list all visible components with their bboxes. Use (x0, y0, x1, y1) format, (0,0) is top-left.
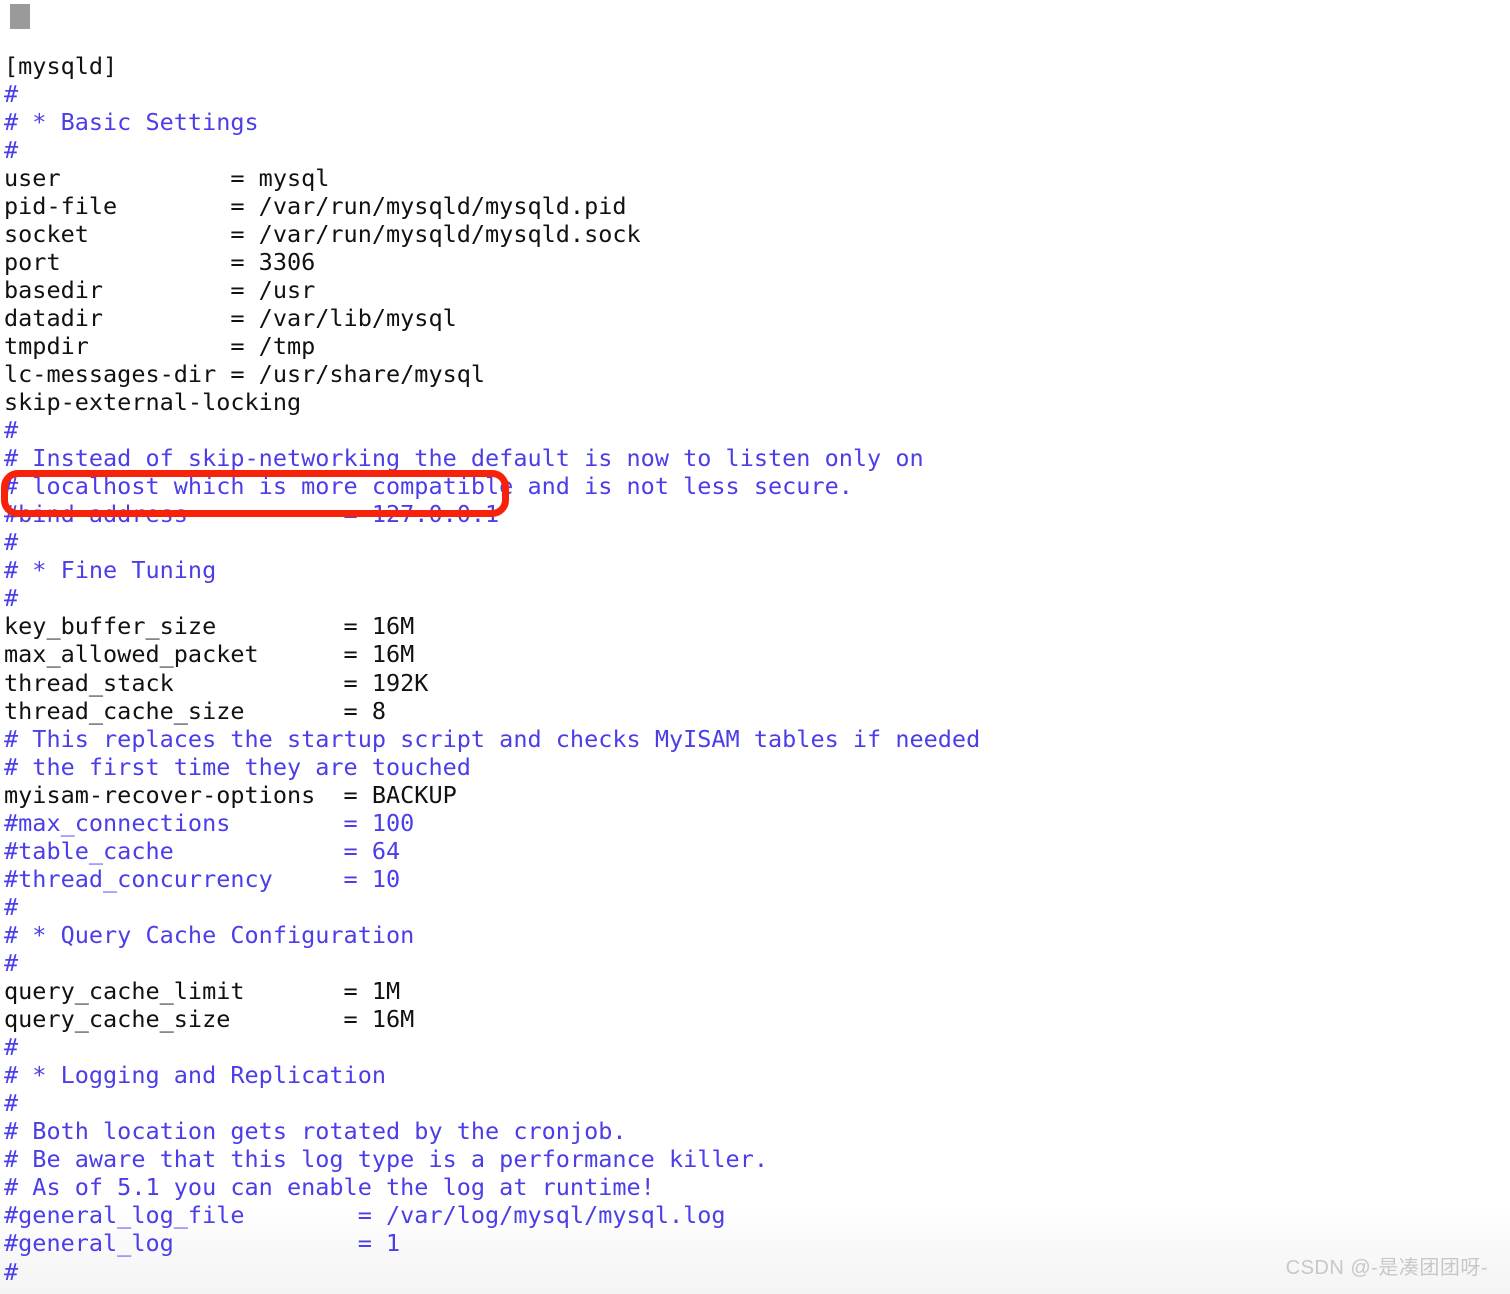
code-line: # * Query Cache Configuration (4, 920, 415, 949)
code-line: # (4, 135, 19, 164)
code-line: # (4, 1033, 19, 1062)
code-line: # Instead of skip-networking the default… (4, 444, 924, 473)
csdn-watermark: CSDN @-是凑团团呀- (1285, 1257, 1488, 1279)
code-line: # * Fine Tuning (4, 556, 217, 585)
code-line: myisam-recover-options = BACKUP (4, 780, 457, 809)
code-line: #general_log_file = /var/log/mysql/mysql… (4, 1201, 726, 1230)
code-line: thread_cache_size = 8 (4, 696, 387, 725)
code-line: key_buffer_size = 16M (4, 612, 415, 641)
code-line: thread_stack = 192K (4, 668, 429, 697)
code-line: # localhost which is more compatible and… (4, 472, 853, 501)
code-line: port = 3306 (4, 247, 316, 276)
code-line: query_cache_limit = 1M (4, 977, 401, 1006)
code-line: # This replaces the startup script and c… (4, 724, 981, 753)
code-line: # (4, 416, 19, 445)
code-line: # As of 5.1 you can enable the log at ru… (4, 1173, 655, 1202)
code-line: # (4, 584, 19, 613)
code-line: # Both location gets rotated by the cron… (4, 1117, 627, 1146)
code-line: skip-external-locking (4, 388, 302, 417)
code-line: # the first time they are touched (4, 752, 471, 781)
code-line: # (4, 528, 19, 557)
code-line: # (4, 892, 19, 921)
code-line: tmpdir = /tmp (4, 331, 316, 360)
code-line: # * Logging and Replication (4, 1061, 387, 1090)
code-line: query_cache_size = 16M (4, 1005, 415, 1034)
code-line: datadir = /var/lib/mysql (4, 303, 457, 332)
code-line: [mysqld] (4, 51, 118, 80)
code-line: lc-messages-dir = /usr/share/mysql (4, 360, 486, 389)
text-cursor-block (10, 4, 30, 29)
code-line: pid-file = /var/run/mysqld/mysqld.pid (4, 191, 627, 220)
code-line: #bind-address = 127.0.0.1 (4, 500, 500, 529)
code-line: # * Basic Settings (4, 107, 259, 136)
code-line: max_allowed_packet = 16M (4, 640, 415, 669)
code-line: # (4, 1089, 19, 1118)
code-line: # (4, 79, 19, 108)
code-line: #thread_concurrency = 10 (4, 864, 401, 893)
code-line: #table_cache = 64 (4, 836, 401, 865)
code-line: socket = /var/run/mysqld/mysqld.sock (4, 219, 641, 248)
code-line: # Be aware that this log type is a perfo… (4, 1145, 769, 1174)
screenshot-root: [mysqld] # # * Basic Settings # user = mysql… (0, 0, 1510, 1294)
code-line: #general_log = 1 (4, 1229, 401, 1258)
config-file-text[interactable]: [mysqld] # # * Basic Settings # user = mysql… (4, 52, 1504, 1286)
code-line: # (4, 949, 19, 977)
code-line: # (4, 1257, 19, 1286)
code-line: basedir = /usr (4, 275, 316, 304)
code-line: #max_connections = 100 (4, 808, 415, 837)
code-line: user = mysql (4, 163, 330, 192)
